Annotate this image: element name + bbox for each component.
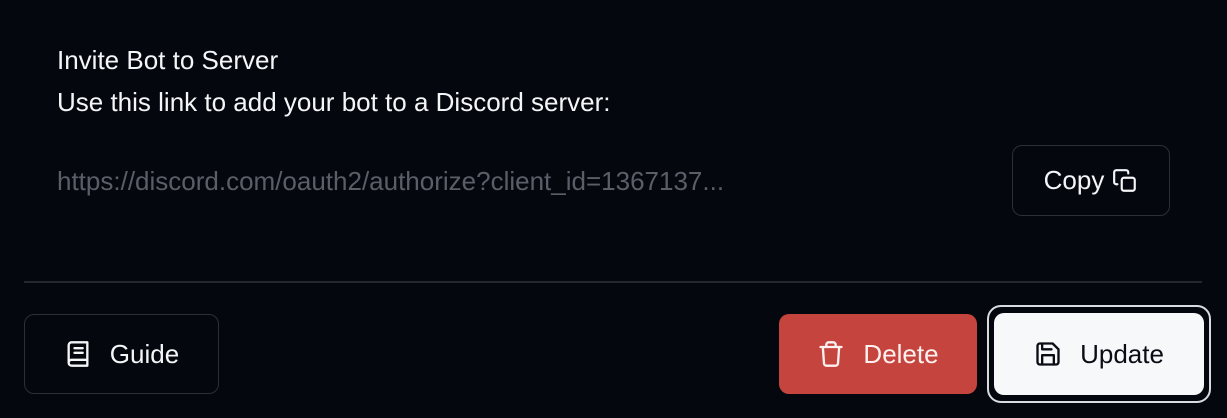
delete-button-label: Delete bbox=[863, 338, 939, 369]
invite-link-text[interactable]: https://discord.com/oauth2/authorize?cli… bbox=[57, 165, 857, 197]
guide-button[interactable]: Guide bbox=[24, 314, 219, 394]
copy-icon bbox=[1112, 168, 1138, 194]
guide-button-label: Guide bbox=[109, 338, 180, 369]
update-button[interactable]: Update bbox=[994, 313, 1204, 395]
update-button-label: Update bbox=[1080, 338, 1164, 369]
copy-button[interactable]: Copy bbox=[1012, 145, 1170, 216]
delete-button[interactable]: Delete bbox=[779, 314, 977, 394]
trash-icon bbox=[817, 340, 845, 368]
invite-section-description: Use this link to add your bot to a Disco… bbox=[57, 87, 611, 117]
book-icon bbox=[64, 340, 92, 368]
bot-settings-panel: Invite Bot to Server Use this link to ad… bbox=[0, 0, 1227, 418]
section-divider bbox=[24, 281, 1202, 283]
save-icon bbox=[1034, 340, 1062, 368]
invite-section-title: Invite Bot to Server bbox=[57, 45, 279, 75]
copy-button-label: Copy bbox=[1043, 165, 1105, 195]
